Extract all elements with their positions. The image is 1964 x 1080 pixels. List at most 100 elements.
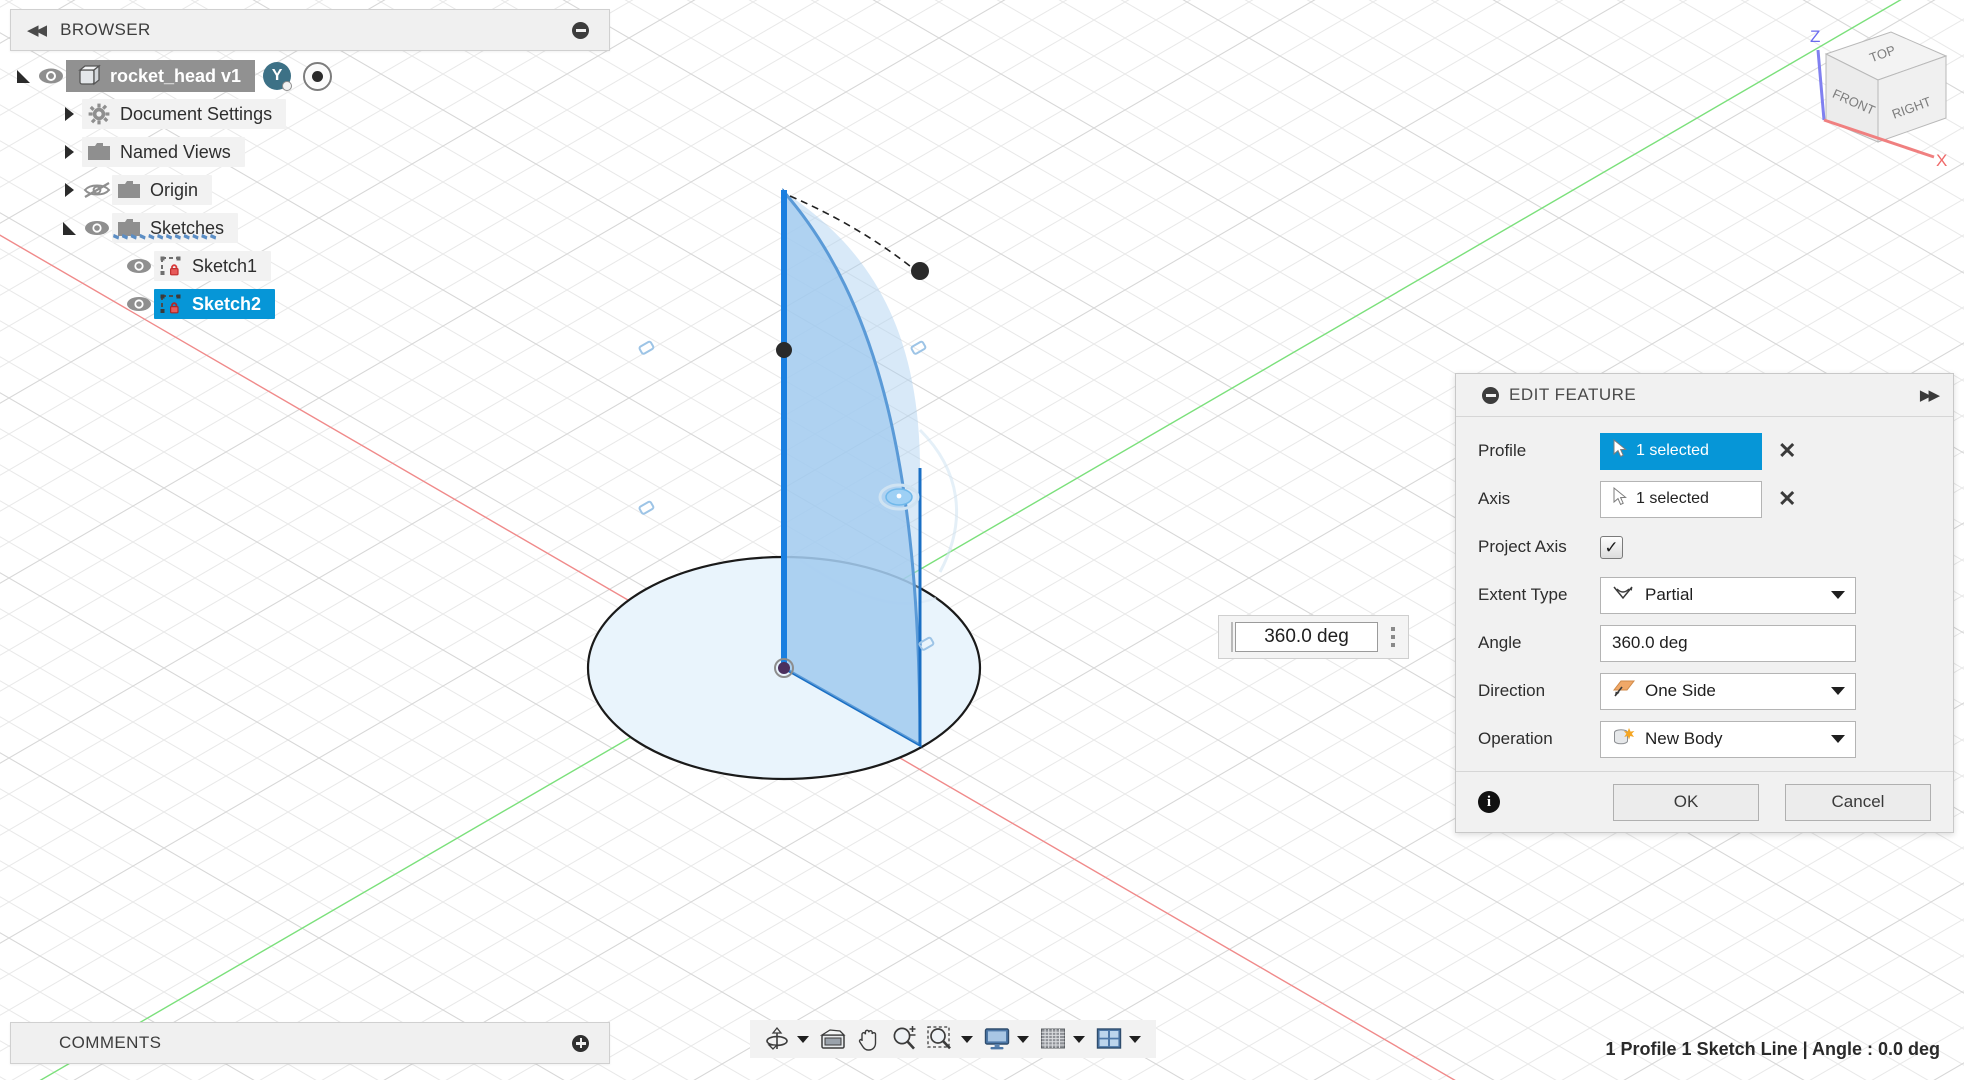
twist-collapsed-icon[interactable] [56,101,82,127]
edit-feature-dialog: EDIT FEATURE ▶▶ Profile 1 selected [1455,373,1954,833]
sidebar-item-named-views[interactable]: Named Views [10,133,610,171]
viewports-dropdown-caret[interactable] [1129,1036,1141,1043]
browser-header: ◀◀ BROWSER [10,9,610,51]
folder-icon [82,142,116,162]
eye-visible-icon[interactable] [124,293,154,315]
zoom-window-icon[interactable] [924,1022,958,1056]
orbit-icon[interactable] [760,1022,794,1056]
field-row-operation: Operation New Body [1456,715,1953,763]
view-cube[interactable]: TOP FRONT RIGHT Z X [1766,14,1956,174]
named-views-label: Named Views [116,142,231,163]
zoom-magnifier-icon[interactable] [888,1022,922,1056]
axis-clear-icon[interactable]: ✕ [1778,488,1796,510]
twist-none [98,253,124,279]
twist-expanded-icon[interactable] [56,215,82,241]
twist-expanded-icon[interactable] [10,63,36,89]
orbit-dropdown-caret[interactable] [797,1036,809,1043]
field-row-extent-type: Extent Type Partial [1456,571,1953,619]
eye-visible-icon[interactable] [36,65,66,87]
viewports-icon[interactable] [1092,1022,1126,1056]
dialog-header: EDIT FEATURE ▶▶ [1456,374,1953,417]
axis-selection-value: 1 selected [1636,490,1709,508]
extent-type-label: Extent Type [1478,585,1600,605]
zoom-window-dropdown-caret[interactable] [961,1036,973,1043]
drag-grip-icon[interactable] [1223,622,1235,652]
tree-row-root-component[interactable]: rocket_head v1 Y [10,57,610,95]
profile-clear-icon[interactable]: ✕ [1778,440,1796,462]
ok-button[interactable]: OK [1613,784,1759,821]
grid-dropdown-caret[interactable] [1073,1036,1085,1043]
comments-panel[interactable]: COMMENTS [10,1022,610,1064]
chevron-down-icon[interactable] [1831,687,1845,695]
info-icon[interactable]: i [1478,791,1500,813]
minus-circle-icon[interactable] [1482,387,1499,404]
minus-circle-icon[interactable] [572,22,589,39]
folder-icon [112,180,146,200]
profile-selection-button[interactable]: 1 selected [1600,433,1762,470]
operation-value: New Body [1645,729,1822,749]
direction-dropdown[interactable]: One Side [1600,673,1856,710]
viewcube-x-axis-label: X [1936,151,1947,170]
three-dots-menu-icon[interactable] [1384,627,1402,647]
sketch2-body[interactable]: Sketch2 [154,289,275,319]
chevron-down-icon[interactable] [1831,591,1845,599]
sketch1-body[interactable]: Sketch1 [154,251,271,281]
drag-handle-point [911,262,929,280]
root-component-chip[interactable]: rocket_head v1 [66,60,255,92]
sidebar-item-sketch1[interactable]: Sketch1 [10,247,610,285]
axis-selection-button[interactable]: 1 selected [1600,481,1762,518]
sketches-body[interactable]: Sketches [112,213,238,243]
sidebar-item-origin[interactable]: Origin [10,171,610,209]
sidebar-item-sketches[interactable]: Sketches [10,209,610,247]
origin-body[interactable]: Origin [112,175,212,205]
cancel-button[interactable]: Cancel [1785,784,1931,821]
comments-title: COMMENTS [59,1033,161,1053]
browser-panel: ◀◀ BROWSER [10,9,610,323]
browser-tree: rocket_head v1 Y [10,57,610,323]
look-at-icon[interactable] [816,1022,850,1056]
root-component-label: rocket_head v1 [106,66,241,87]
angle-label: Angle [1478,633,1600,653]
pan-hand-icon[interactable] [852,1022,886,1056]
chevron-down-icon[interactable] [1831,735,1845,743]
extent-type-value: Partial [1645,585,1822,605]
canvas-angle-input[interactable]: 360.0 deg [1235,622,1378,652]
plus-circle-icon[interactable] [572,1035,589,1052]
eye-hidden-icon[interactable] [82,179,112,201]
viewcube-z-axis-label: Z [1810,27,1820,46]
sketch1-label: Sketch1 [188,256,257,277]
twist-collapsed-icon[interactable] [56,139,82,165]
sidebar-item-document-settings[interactable]: Document Settings [10,95,610,133]
operation-label: Operation [1478,729,1600,749]
activate-badge-y[interactable]: Y [263,62,291,90]
direction-label: Direction [1478,681,1600,701]
document-settings-body[interactable]: Document Settings [82,99,286,129]
field-row-profile: Profile 1 selected ✕ [1456,427,1953,475]
sidebar-item-sketch2[interactable]: Sketch2 [10,285,610,323]
cursor-arrow-icon [1613,487,1629,511]
monitor-icon[interactable] [980,1022,1014,1056]
display-settings-dropdown-caret[interactable] [1017,1036,1029,1043]
eye-visible-icon[interactable] [82,217,112,239]
twist-collapsed-icon[interactable] [56,177,82,203]
double-right-arrows-icon[interactable]: ▶▶ [1920,386,1937,404]
activate-radio-icon[interactable] [303,62,332,91]
sketch-locked-icon [154,293,188,315]
operation-dropdown[interactable]: New Body [1600,721,1856,758]
field-row-axis: Axis 1 selected ✕ [1456,475,1953,523]
eye-visible-icon[interactable] [124,255,154,277]
angle-input[interactable]: 360.0 deg [1600,625,1856,662]
project-axis-checkbox[interactable]: ✓ [1600,536,1623,559]
gear-icon [82,103,116,125]
dialog-footer: i OK Cancel [1456,771,1953,832]
collapse-left-arrows-icon[interactable]: ◀◀ [27,23,44,38]
dialog-title: EDIT FEATURE [1509,385,1636,405]
grid-icon[interactable] [1036,1022,1070,1056]
extent-type-dropdown[interactable]: Partial [1600,577,1856,614]
field-row-project-axis: Project Axis ✓ [1456,523,1953,571]
dialog-body: Profile 1 selected ✕ Axis [1456,417,1953,771]
axis-label: Axis [1478,489,1600,509]
sketch-locked-icon [154,255,188,277]
canvas-angle-input-group[interactable]: 360.0 deg [1218,615,1409,659]
named-views-body[interactable]: Named Views [82,137,245,167]
